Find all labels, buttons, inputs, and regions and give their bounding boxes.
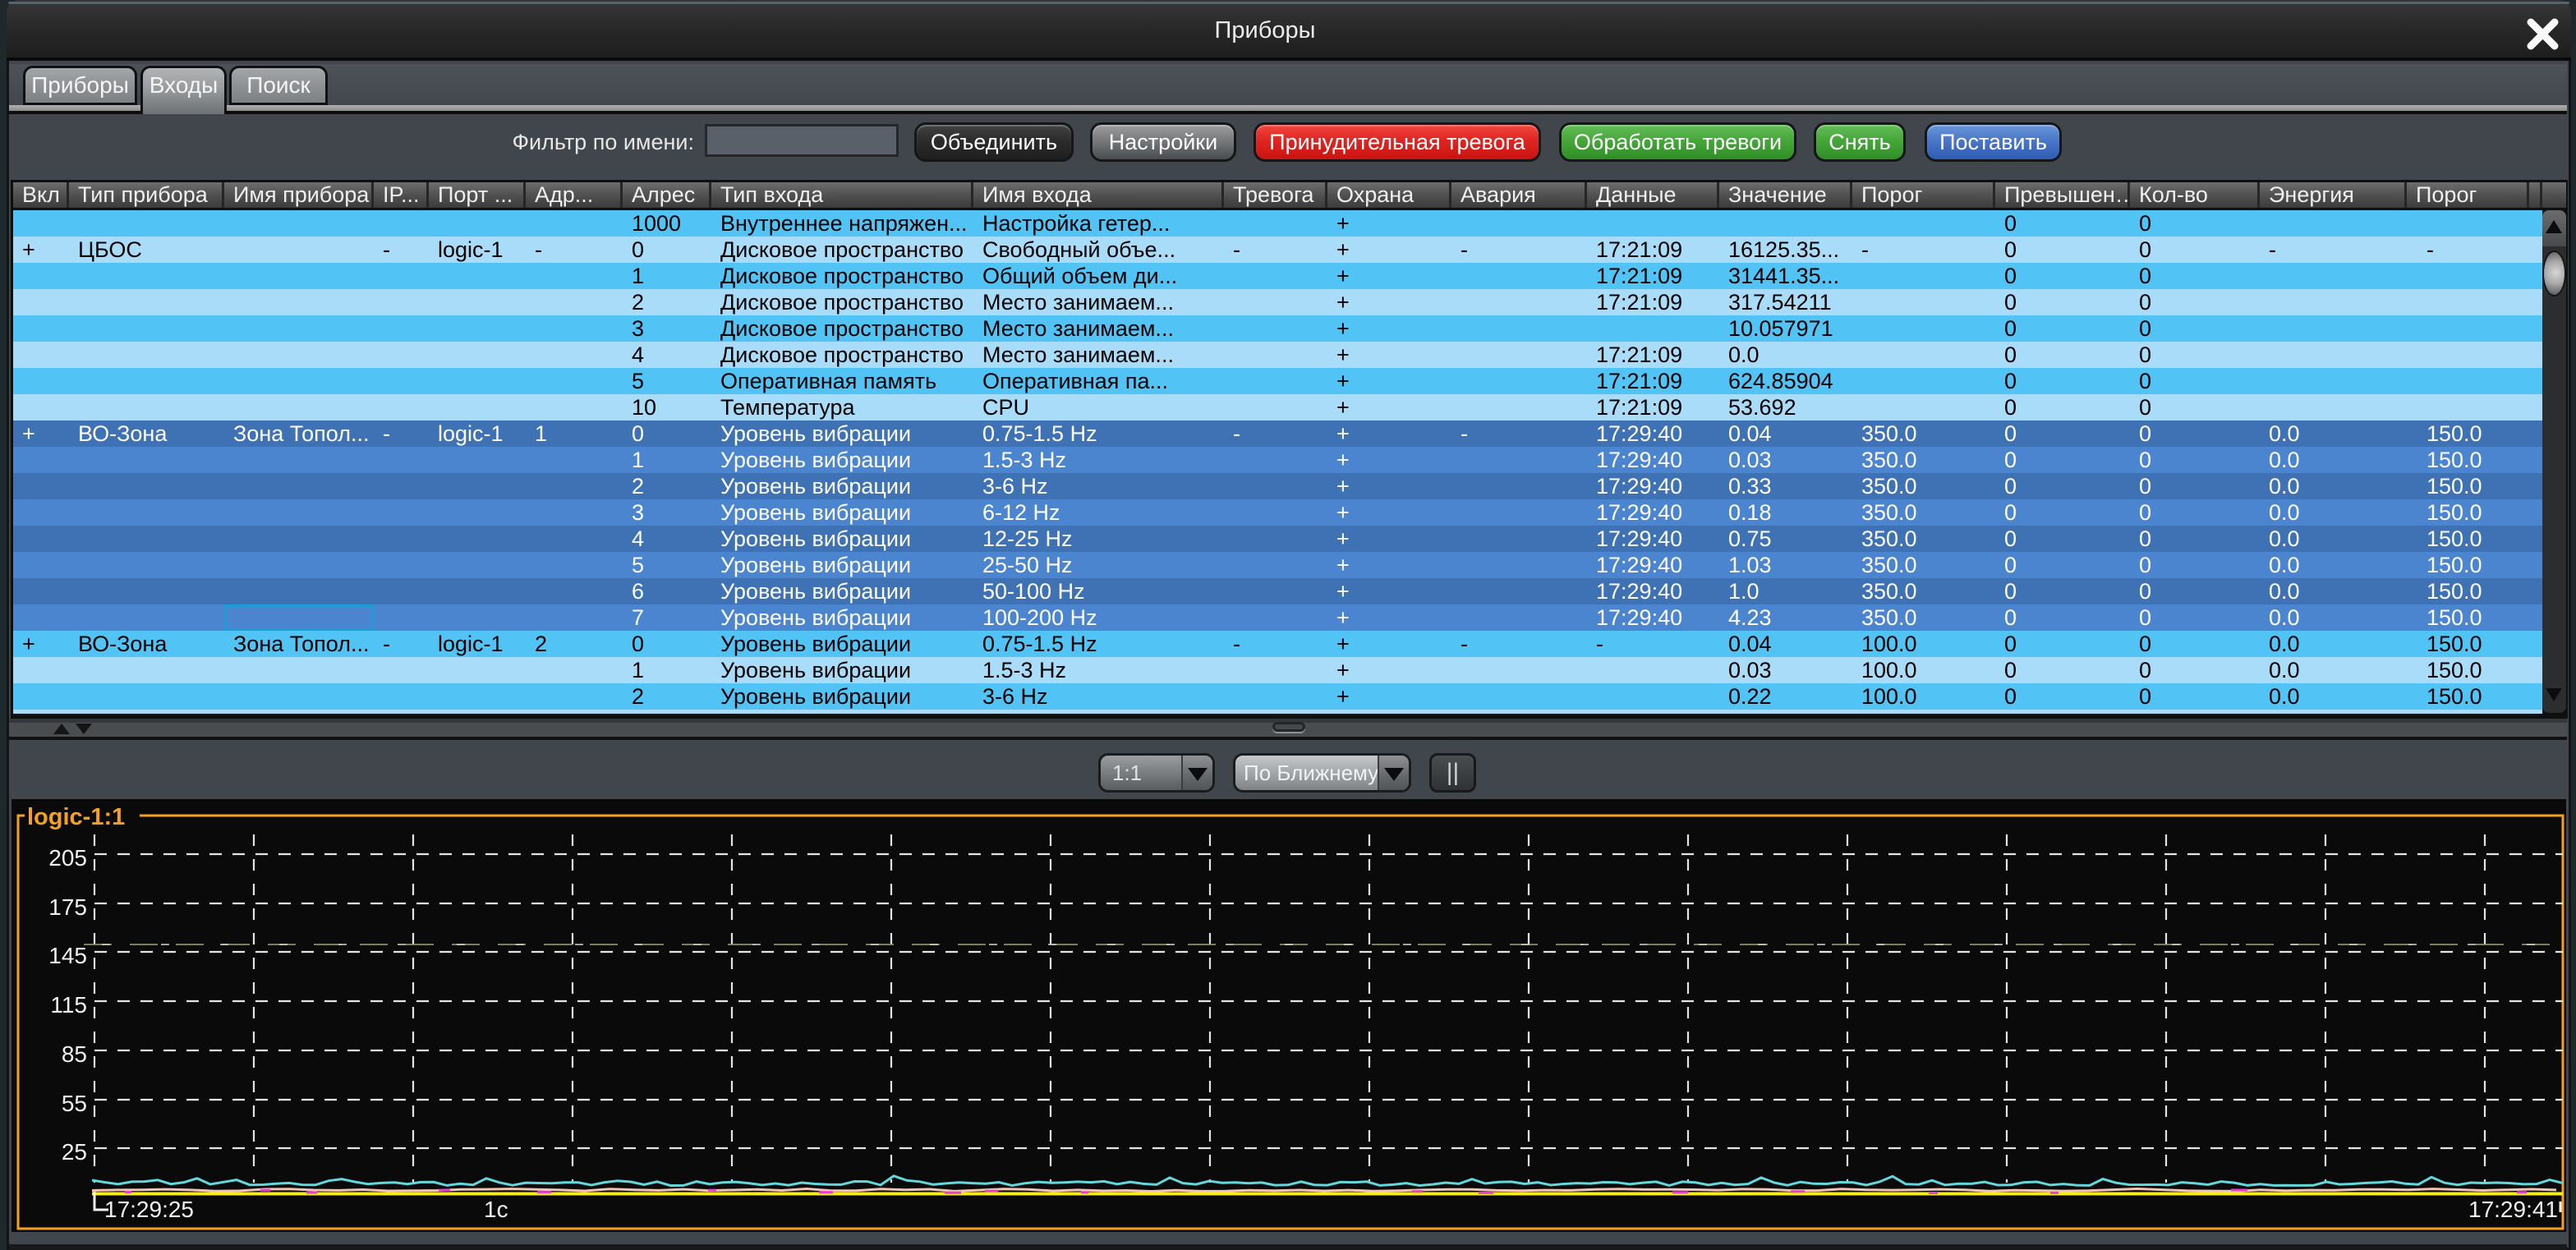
svg-text:17:29:41: 17:29:41 — [2468, 1197, 2558, 1222]
svg-text:205: 205 — [48, 845, 87, 871]
svg-text:85: 85 — [62, 1041, 87, 1067]
svg-text:25: 25 — [62, 1139, 87, 1165]
svg-text:175: 175 — [48, 894, 87, 920]
svg-text:1c: 1c — [484, 1197, 508, 1222]
svg-text:115: 115 — [50, 992, 87, 1018]
svg-text:17:29:25: 17:29:25 — [104, 1197, 194, 1222]
svg-text:logic-1:1: logic-1:1 — [27, 804, 125, 830]
svg-text:55: 55 — [62, 1091, 87, 1116]
svg-text:145: 145 — [48, 943, 87, 968]
